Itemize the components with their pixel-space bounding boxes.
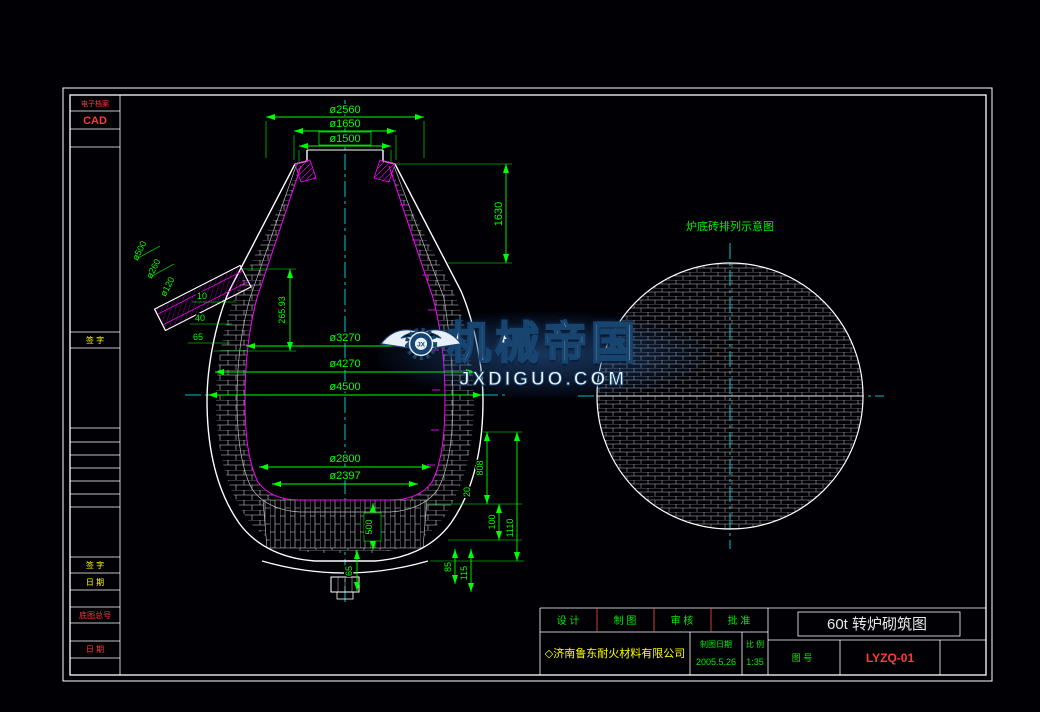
dim-1500: ø1500 — [329, 133, 360, 145]
mouth-block-right — [374, 160, 395, 182]
drawing-no-value: LYZQ-01 — [866, 651, 915, 665]
date-value: 2005.5.26 — [696, 657, 736, 667]
dim-1630: 1630 — [493, 202, 505, 226]
dim-1650: ø1650 — [329, 118, 360, 130]
dim-20: 20 — [462, 487, 472, 497]
strip-cad-label: CAD — [83, 115, 107, 127]
dim-65-bottom: 65 — [344, 566, 354, 576]
title-block: 设 计 制 图 审 核 批 准 ◇济南鲁东耐火材料有限公司 制图日期 2005.… — [540, 608, 986, 675]
company-name: ◇济南鲁东耐火材料有限公司 — [545, 646, 685, 660]
dim-115: 115 — [459, 566, 469, 580]
dim-265-93: 265.93 — [277, 296, 287, 324]
dim-tap-120: ø120 — [158, 275, 176, 298]
dim-4270: ø4270 — [329, 358, 360, 370]
watermark: JX 机械帝国 JXDIGUO.COM — [378, 312, 708, 398]
dim-100: 100 — [487, 514, 497, 529]
dim-tap-500: ø500 — [130, 239, 148, 262]
dim-500: 500 — [364, 519, 374, 534]
strip-archive-label: 电子档案 — [81, 99, 109, 108]
dim-85: 85 — [443, 562, 453, 572]
dim-2800: ø2800 — [329, 453, 360, 465]
col-draft: 制 图 — [614, 614, 637, 627]
mouth-block-left — [295, 160, 316, 182]
dim-65: 65 — [193, 332, 203, 342]
strip-baseno-label: 底图总号 — [79, 610, 111, 620]
dim-10: 10 — [197, 291, 207, 301]
svg-text:JX: JX — [417, 342, 426, 349]
winged-gear-logo-icon: JX — [378, 312, 464, 370]
dim-808: 808 — [475, 460, 485, 475]
drawing-no-label: 图 号 — [792, 653, 813, 663]
col-design: 设 计 — [557, 614, 580, 627]
dim-40: 40 — [195, 313, 205, 323]
drawing-title: 60t 转炉砌筑图 — [827, 616, 927, 633]
dim-4500: ø4500 — [329, 381, 360, 393]
dim-2397: ø2397 — [329, 470, 360, 482]
watermark-domain: JXDIGUO.COM — [459, 370, 627, 389]
col-approve: 批 准 — [728, 614, 751, 627]
date-label: 制图日期 — [700, 639, 732, 649]
cad-drawing-canvas: 电子档案 CAD 签 字 签 字 日 期 底图总号 日 期 — [0, 0, 1040, 712]
bottom-slab-bricks — [263, 500, 427, 548]
dim-3270: ø3270 — [329, 332, 360, 344]
col-check: 审 核 — [671, 614, 694, 627]
strip-sign-label: 签 字 — [86, 335, 104, 345]
dim-2560: ø2560 — [329, 104, 360, 116]
scale-value: 1:35 — [746, 657, 764, 667]
watermark-title: 机械帝国 — [447, 322, 639, 366]
dim-tap-260: ø260 — [144, 257, 162, 280]
bottom-view-label: 炉底砖排列示意图 — [686, 219, 774, 233]
strip-date2-label: 日 期 — [86, 645, 104, 654]
scale-label: 比 例 — [746, 639, 764, 649]
dim-1110: 1110 — [505, 519, 515, 538]
strip-sign2-label: 签 字 — [86, 560, 104, 570]
strip-date-label: 日 期 — [86, 578, 104, 587]
